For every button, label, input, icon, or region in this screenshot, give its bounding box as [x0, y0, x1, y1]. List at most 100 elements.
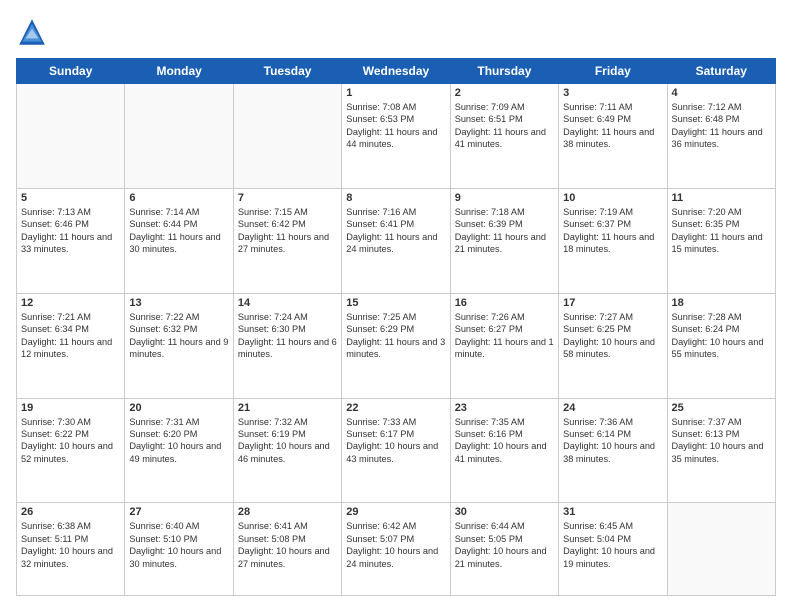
- day-number: 13: [129, 297, 228, 309]
- calendar-cell: 24 Sunrise: 7:36 AM Sunset: 6:14 PM Dayli…: [559, 398, 667, 503]
- calendar-cell: 10 Sunrise: 7:19 AM Sunset: 6:37 PM Dayli…: [559, 188, 667, 293]
- day-number: 16: [455, 297, 554, 309]
- cell-info: Sunrise: 7:14 AM Sunset: 6:44 PM Dayligh…: [129, 206, 228, 256]
- day-number: 17: [563, 297, 662, 309]
- day-number: 9: [455, 192, 554, 204]
- calendar-cell: 19 Sunrise: 7:30 AM Sunset: 6:22 PM Dayli…: [17, 398, 125, 503]
- calendar-cell: 7 Sunrise: 7:15 AM Sunset: 6:42 PM Daylig…: [233, 188, 341, 293]
- day-number: 2: [455, 87, 554, 99]
- calendar-cell: 28 Sunrise: 6:41 AM Sunset: 5:08 PM Dayli…: [233, 503, 341, 596]
- cell-info: Sunrise: 7:24 AM Sunset: 6:30 PM Dayligh…: [238, 311, 337, 361]
- cell-info: Sunrise: 6:40 AM Sunset: 5:10 PM Dayligh…: [129, 520, 228, 570]
- day-number: 28: [238, 506, 337, 518]
- calendar-cell: 13 Sunrise: 7:22 AM Sunset: 6:32 PM Dayli…: [125, 293, 233, 398]
- cell-info: Sunrise: 6:42 AM Sunset: 5:07 PM Dayligh…: [346, 520, 445, 570]
- day-number: 8: [346, 192, 445, 204]
- day-number: 1: [346, 87, 445, 99]
- day-number: 5: [21, 192, 120, 204]
- calendar-cell: 16Sunrise: 7:26 AM Sunset: 6:27 PM Dayli…: [450, 293, 558, 398]
- cell-info: Sunrise: 7:27 AM Sunset: 6:25 PM Dayligh…: [563, 311, 662, 361]
- cell-info: Sunrise: 6:41 AM Sunset: 5:08 PM Dayligh…: [238, 520, 337, 570]
- col-saturday: Saturday: [667, 59, 775, 84]
- cell-info: Sunrise: 7:28 AM Sunset: 6:24 PM Dayligh…: [672, 311, 771, 361]
- cell-info: Sunrise: 7:32 AM Sunset: 6:19 PM Dayligh…: [238, 416, 337, 466]
- cell-info: Sunrise: 7:37 AM Sunset: 6:13 PM Dayligh…: [672, 416, 771, 466]
- col-thursday: Thursday: [450, 59, 558, 84]
- cell-info: Sunrise: 7:16 AM Sunset: 6:41 PM Dayligh…: [346, 206, 445, 256]
- calendar-week-row: 19 Sunrise: 7:30 AM Sunset: 6:22 PM Dayli…: [17, 398, 776, 503]
- day-number: 6: [129, 192, 228, 204]
- cell-info: Sunrise: 6:44 AM Sunset: 5:05 PM Dayligh…: [455, 520, 554, 570]
- cell-info: Sunrise: 7:09 AM Sunset: 6:51 PM Dayligh…: [455, 101, 554, 151]
- cell-info: Sunrise: 7:15 AM Sunset: 6:42 PM Dayligh…: [238, 206, 337, 256]
- day-number: 31: [563, 506, 662, 518]
- day-number: 18: [672, 297, 771, 309]
- cell-info: Sunrise: 7:25 AM Sunset: 6:29 PM Dayligh…: [346, 311, 445, 361]
- cell-info: Sunrise: 6:45 AM Sunset: 5:04 PM Dayligh…: [563, 520, 662, 570]
- day-number: 19: [21, 402, 120, 414]
- calendar-cell: 5 Sunrise: 7:13 AM Sunset: 6:46 PM Daylig…: [17, 188, 125, 293]
- day-number: 30: [455, 506, 554, 518]
- calendar-cell: 3Sunrise: 7:11 AM Sunset: 6:49 PM Daylig…: [559, 84, 667, 189]
- calendar-cell: 4 Sunrise: 7:12 AM Sunset: 6:48 PM Daylig…: [667, 84, 775, 189]
- calendar-cell: 1 Sunrise: 7:08 AM Sunset: 6:53 PM Daylig…: [342, 84, 450, 189]
- calendar-cell: 23Sunrise: 7:35 AM Sunset: 6:16 PM Dayli…: [450, 398, 558, 503]
- day-number: 10: [563, 192, 662, 204]
- cell-info: Sunrise: 7:18 AM Sunset: 6:39 PM Dayligh…: [455, 206, 554, 256]
- calendar-cell: 30 Sunrise: 6:44 AM Sunset: 5:05 PM Dayli…: [450, 503, 558, 596]
- day-number: 22: [346, 402, 445, 414]
- cell-info: Sunrise: 7:35 AM Sunset: 6:16 PM Dayligh…: [455, 416, 554, 466]
- cell-info: Sunrise: 7:11 AM Sunset: 6:49 PM Dayligh…: [563, 101, 662, 151]
- cell-info: Sunrise: 7:21 AM Sunset: 6:34 PM Dayligh…: [21, 311, 120, 361]
- calendar-cell: 29Sunrise: 6:42 AM Sunset: 5:07 PM Dayli…: [342, 503, 450, 596]
- day-number: 21: [238, 402, 337, 414]
- cell-info: Sunrise: 7:31 AM Sunset: 6:20 PM Dayligh…: [129, 416, 228, 466]
- day-number: 11: [672, 192, 771, 204]
- page: Sunday Monday Tuesday Wednesday Thursday…: [0, 0, 792, 612]
- col-sunday: Sunday: [17, 59, 125, 84]
- logo-icon: [16, 16, 48, 48]
- calendar-cell: [667, 503, 775, 596]
- cell-info: Sunrise: 7:36 AM Sunset: 6:14 PM Dayligh…: [563, 416, 662, 466]
- day-number: 15: [346, 297, 445, 309]
- day-number: 27: [129, 506, 228, 518]
- calendar-week-row: 12 Sunrise: 7:21 AM Sunset: 6:34 PM Dayli…: [17, 293, 776, 398]
- day-number: 26: [21, 506, 120, 518]
- cell-info: Sunrise: 7:08 AM Sunset: 6:53 PM Dayligh…: [346, 101, 445, 151]
- calendar-header-row: Sunday Monday Tuesday Wednesday Thursday…: [17, 59, 776, 84]
- day-number: 14: [238, 297, 337, 309]
- calendar-cell: 6 Sunrise: 7:14 AM Sunset: 6:44 PM Daylig…: [125, 188, 233, 293]
- calendar-cell: [125, 84, 233, 189]
- col-friday: Friday: [559, 59, 667, 84]
- col-monday: Monday: [125, 59, 233, 84]
- day-number: 4: [672, 87, 771, 99]
- cell-info: Sunrise: 7:13 AM Sunset: 6:46 PM Dayligh…: [21, 206, 120, 256]
- calendar-cell: [17, 84, 125, 189]
- day-number: 7: [238, 192, 337, 204]
- day-number: 25: [672, 402, 771, 414]
- calendar-cell: 31 Sunrise: 6:45 AM Sunset: 5:04 PM Dayli…: [559, 503, 667, 596]
- calendar-cell: 25 Sunrise: 7:37 AM Sunset: 6:13 PM Dayli…: [667, 398, 775, 503]
- cell-info: Sunrise: 7:22 AM Sunset: 6:32 PM Dayligh…: [129, 311, 228, 361]
- calendar-cell: 2 Sunrise: 7:09 AM Sunset: 6:51 PM Daylig…: [450, 84, 558, 189]
- cell-info: Sunrise: 7:19 AM Sunset: 6:37 PM Dayligh…: [563, 206, 662, 256]
- calendar-cell: 15 Sunrise: 7:25 AM Sunset: 6:29 PM Dayli…: [342, 293, 450, 398]
- day-number: 12: [21, 297, 120, 309]
- calendar-week-row: 5 Sunrise: 7:13 AM Sunset: 6:46 PM Daylig…: [17, 188, 776, 293]
- col-tuesday: Tuesday: [233, 59, 341, 84]
- col-wednesday: Wednesday: [342, 59, 450, 84]
- calendar-cell: 26 Sunrise: 6:38 AM Sunset: 5:11 PM Dayli…: [17, 503, 125, 596]
- calendar-table: Sunday Monday Tuesday Wednesday Thursday…: [16, 58, 776, 596]
- cell-info: Sunrise: 7:30 AM Sunset: 6:22 PM Dayligh…: [21, 416, 120, 466]
- calendar-cell: 21 Sunrise: 7:32 AM Sunset: 6:19 PM Dayli…: [233, 398, 341, 503]
- cell-info: Sunrise: 7:12 AM Sunset: 6:48 PM Dayligh…: [672, 101, 771, 151]
- calendar-week-row: 1 Sunrise: 7:08 AM Sunset: 6:53 PM Daylig…: [17, 84, 776, 189]
- calendar-week-row: 26 Sunrise: 6:38 AM Sunset: 5:11 PM Dayli…: [17, 503, 776, 596]
- cell-info: Sunrise: 6:38 AM Sunset: 5:11 PM Dayligh…: [21, 520, 120, 570]
- cell-info: Sunrise: 7:33 AM Sunset: 6:17 PM Dayligh…: [346, 416, 445, 466]
- calendar-cell: 17 Sunrise: 7:27 AM Sunset: 6:25 PM Dayli…: [559, 293, 667, 398]
- day-number: 24: [563, 402, 662, 414]
- calendar-cell: 12 Sunrise: 7:21 AM Sunset: 6:34 PM Dayli…: [17, 293, 125, 398]
- cell-info: Sunrise: 7:20 AM Sunset: 6:35 PM Dayligh…: [672, 206, 771, 256]
- calendar-cell: [233, 84, 341, 189]
